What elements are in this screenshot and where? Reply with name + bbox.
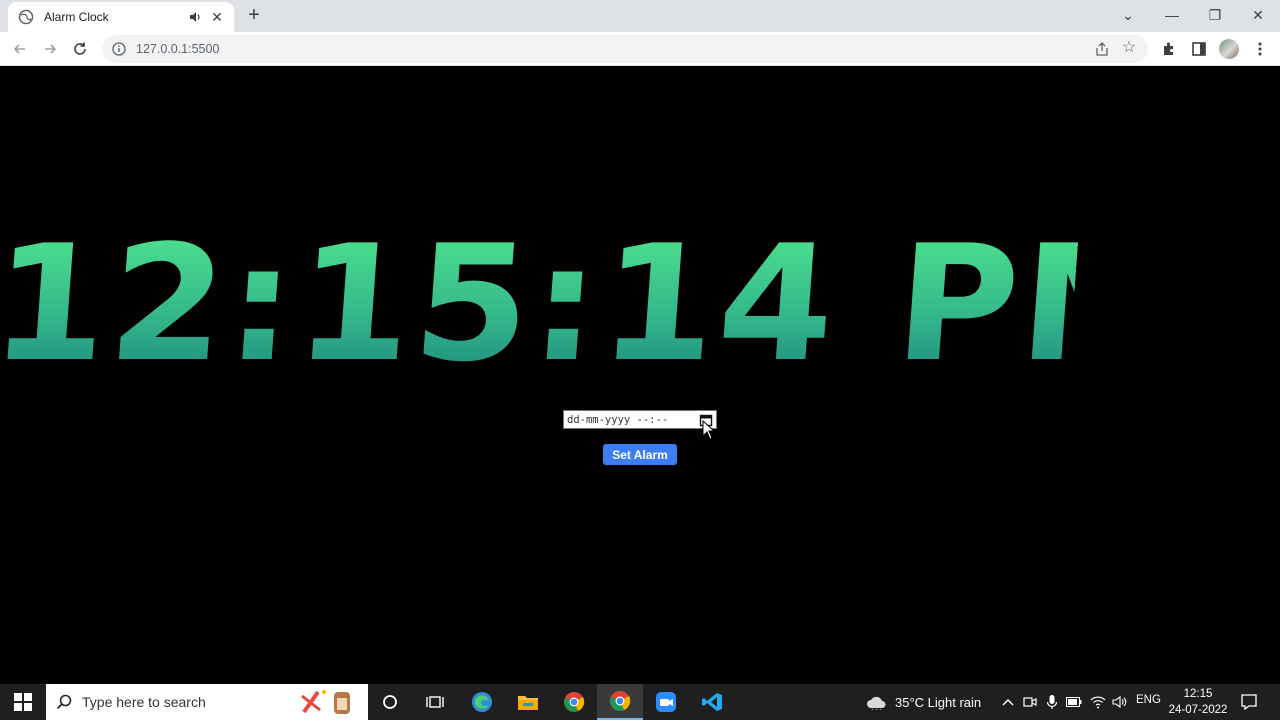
restore-button[interactable]: ❐	[1193, 0, 1237, 30]
share-icon[interactable]	[1094, 41, 1110, 57]
weather-cloud-icon[interactable]	[866, 694, 888, 710]
search-placeholder: Type here to search	[82, 694, 206, 710]
notification-center-icon[interactable]	[1240, 693, 1258, 711]
set-alarm-button[interactable]: Set Alarm	[603, 444, 677, 465]
search-highlight-illustration	[296, 686, 368, 718]
url-text: 127.0.0.1:5500	[136, 42, 220, 56]
volume-icon[interactable]	[1112, 694, 1128, 710]
bookmark-star-icon[interactable]: ☆	[1120, 39, 1138, 57]
side-panel-icon[interactable]	[1190, 40, 1208, 58]
tab-close-icon[interactable]: ✕	[210, 9, 224, 25]
speaker-icon[interactable]	[188, 10, 202, 24]
minimize-button[interactable]: —	[1150, 0, 1194, 30]
browser-tab-strip: Alarm Clock ✕ + ⌄ — ❐ ✕	[0, 0, 1280, 32]
datetime-placeholder: dd-mm-yyyy --:--	[567, 413, 669, 426]
extensions-icon[interactable]	[1160, 40, 1178, 58]
globe-icon	[18, 9, 34, 25]
language-indicator[interactable]: ENG	[1136, 694, 1161, 706]
new-tab-button[interactable]: +	[244, 5, 264, 26]
taskbar-clock[interactable]: 12:15 24-07-2022	[1163, 686, 1233, 718]
address-bar[interactable]: 127.0.0.1:5500 ☆	[102, 35, 1148, 63]
edge-browser-icon[interactable]	[459, 684, 505, 720]
chrome-active-window-icon[interactable]	[597, 684, 643, 720]
profile-avatar[interactable]	[1219, 39, 1239, 59]
digital-clock-display: 12:15:14 PM	[0, 210, 1195, 397]
back-icon[interactable]	[8, 37, 32, 61]
meet-now-icon[interactable]	[1022, 694, 1038, 710]
tab-title: Alarm Clock	[44, 10, 109, 24]
taskbar-date: 24-07-2022	[1168, 704, 1228, 716]
search-icon	[56, 694, 72, 710]
taskbar-search-box[interactable]: Type here to search	[46, 684, 368, 720]
chrome-icon[interactable]	[551, 684, 597, 720]
microphone-icon[interactable]	[1044, 694, 1060, 710]
vscode-icon[interactable]	[689, 684, 735, 720]
site-info-icon[interactable]	[112, 42, 126, 56]
more-menu-icon[interactable]	[1251, 40, 1269, 58]
weather-text[interactable]: 35°C Light rain	[895, 684, 981, 720]
cortana-icon[interactable]	[367, 684, 413, 720]
page-content: 12:15:14 PM dd-mm-yyyy --:-- Set Alarm	[0, 66, 1280, 684]
mouse-pointer-icon	[702, 419, 716, 440]
windows-start-icon[interactable]	[0, 684, 46, 720]
forward-icon[interactable]	[38, 37, 62, 61]
reload-icon[interactable]	[68, 37, 92, 61]
close-window-button[interactable]: ✕	[1236, 0, 1280, 30]
windows-taskbar: Type here to search 35°C Light rain ENG …	[0, 684, 1280, 720]
tab-search-dropdown-icon[interactable]: ⌄	[1106, 0, 1150, 30]
alarm-datetime-input[interactable]: dd-mm-yyyy --:--	[563, 410, 717, 429]
zoom-icon[interactable]	[643, 684, 689, 720]
show-hidden-icons-chevron-icon[interactable]	[1000, 694, 1016, 710]
tab-alarm-clock[interactable]: Alarm Clock ✕	[8, 2, 234, 32]
browser-toolbar: 127.0.0.1:5500 ☆	[0, 32, 1280, 66]
task-view-icon[interactable]	[412, 684, 458, 720]
wifi-icon[interactable]	[1090, 694, 1106, 710]
file-explorer-icon[interactable]	[505, 684, 551, 720]
battery-icon[interactable]	[1066, 694, 1082, 710]
taskbar-time: 12:15	[1183, 688, 1213, 700]
